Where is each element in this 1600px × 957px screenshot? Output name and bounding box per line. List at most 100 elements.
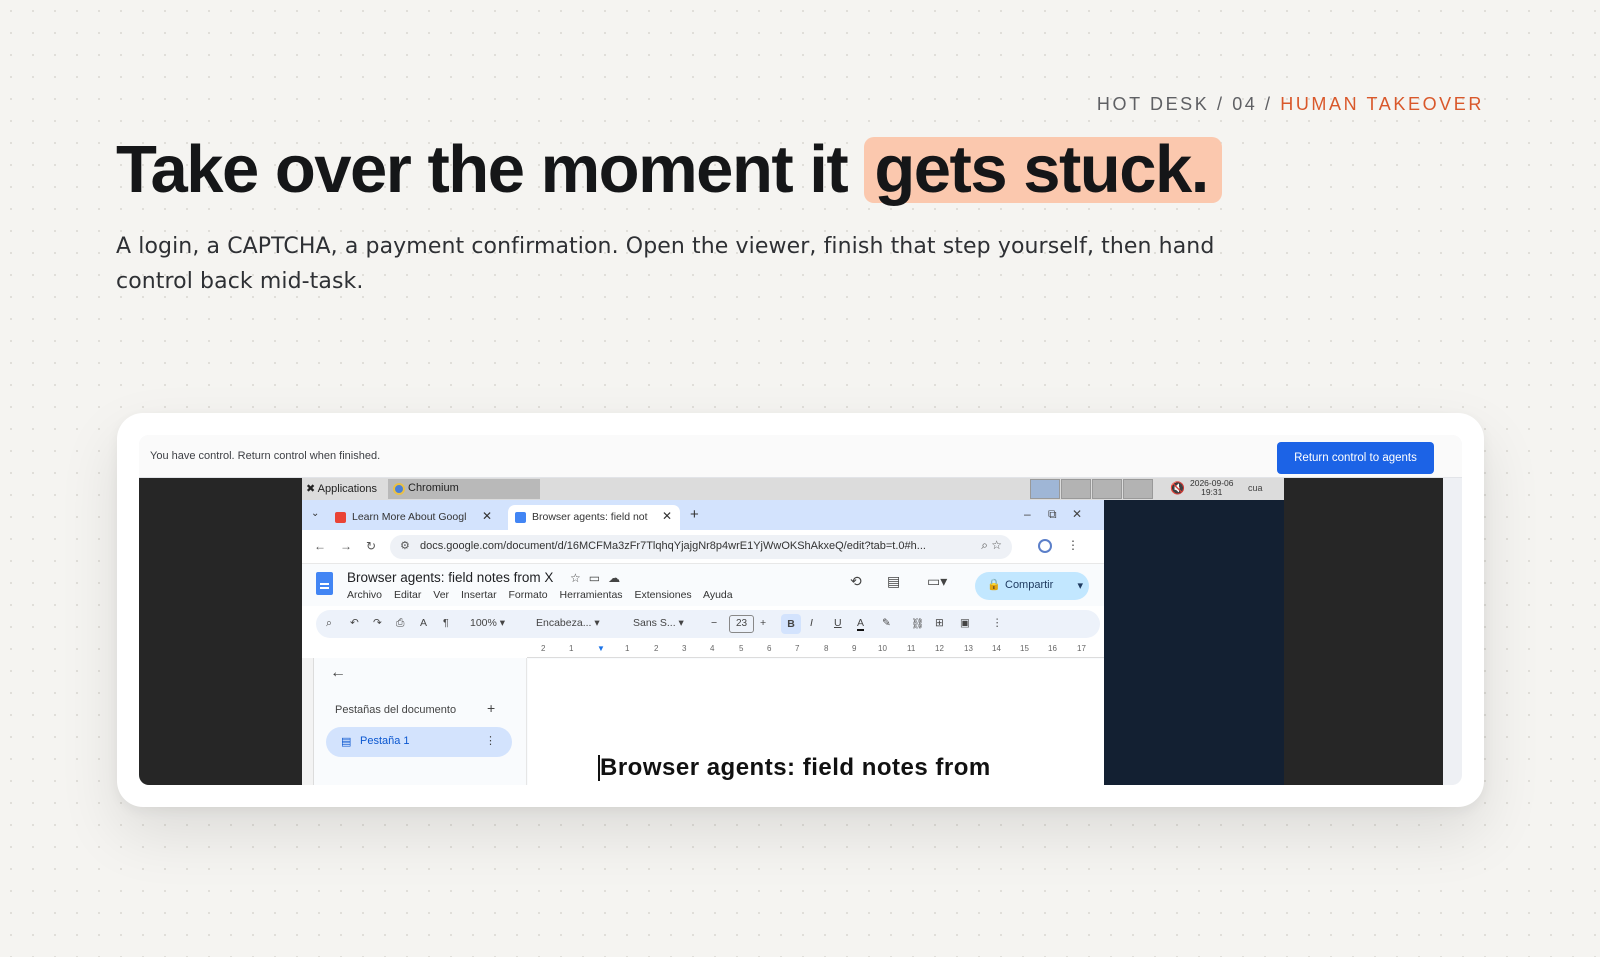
workspace-1[interactable]	[1030, 479, 1060, 499]
tab-doc-icon: ▤	[341, 736, 352, 748]
taskbar-clock: 2026-09-06 19:31	[1190, 478, 1234, 497]
tab-label: Browser agents: field not	[532, 511, 648, 523]
tab-label: Learn More About Googl	[352, 511, 467, 523]
search-menus-icon[interactable]: ⌕	[326, 617, 332, 630]
star-folder-cloud-icons[interactable]: ☆▭☁	[570, 571, 628, 585]
menu-insertar[interactable]: Insertar	[461, 589, 497, 601]
forward-icon[interactable]: →	[340, 539, 352, 553]
browser-tab-docs[interactable]: Browser agents: field not ✕	[508, 505, 680, 530]
spellcheck-icon[interactable]: A	[420, 617, 427, 629]
docs-menu-bar: Archivo Editar Ver Insertar Formato Herr…	[347, 589, 742, 601]
reload-icon[interactable]: ↻	[366, 539, 376, 553]
site-info-icon[interactable]: ⚙	[400, 539, 410, 552]
document-page[interactable]: Browser agents: field notes from	[528, 659, 1104, 785]
headline-main: Take over the moment it	[116, 132, 865, 207]
share-button[interactable]: 🔒 Compartir ▾	[975, 572, 1089, 600]
minimize-icon[interactable]: –	[1024, 507, 1031, 521]
paint-format-icon[interactable]: ¶	[443, 617, 449, 629]
viewer-card: You have control. Return control when fi…	[117, 413, 1484, 807]
redo-icon[interactable]: ↷	[373, 617, 382, 629]
google-favicon-icon	[335, 512, 346, 523]
url-text: docs.google.com/document/d/16MCFMa3zFr7T…	[420, 540, 926, 552]
horizontal-ruler[interactable]: 2 1 ▼ 1 2 3 4 5 6 7 8 9 10 11 12 13 14 1…	[527, 642, 1104, 658]
indent-marker-icon[interactable]: ▼	[597, 644, 605, 653]
zoom-select[interactable]: 100% ▾	[470, 617, 505, 629]
vertical-ruler[interactable]	[302, 658, 314, 785]
tab-options-icon[interactable]: ⋮	[485, 734, 496, 747]
chromium-icon	[393, 483, 405, 495]
browser-menu-icon[interactable]: ⋮	[1067, 538, 1079, 552]
back-icon[interactable]: ←	[314, 539, 326, 553]
panel-title: Pestañas del documento	[335, 704, 457, 716]
page-subtitle: A login, a CAPTCHA, a payment confirmati…	[116, 234, 1215, 294]
close-window-icon[interactable]: ✕	[1072, 507, 1082, 521]
style-select[interactable]: Encabeza... ▾	[536, 617, 600, 629]
back-arrow-icon[interactable]: ←	[330, 664, 346, 682]
document-tabs-panel: ← Pestañas del documento + ▤ Pestaña 1 ⋮	[302, 658, 527, 785]
tab-search-icon[interactable]: ⌄	[311, 508, 319, 519]
font-size-input[interactable]: 23	[729, 615, 754, 633]
remote-viewer[interactable]: You have control. Return control when fi…	[139, 435, 1462, 785]
add-tab-icon[interactable]: +	[487, 700, 495, 716]
kicker-accent: HUMAN TAKEOVER	[1280, 94, 1484, 114]
link-icon[interactable]: ⛓	[911, 617, 924, 630]
comments-icon[interactable]: ▤	[887, 573, 900, 590]
undo-icon[interactable]: ↶	[350, 617, 359, 629]
taskbar-user: cua	[1248, 483, 1263, 493]
menu-extensiones[interactable]: Extensiones	[634, 589, 691, 601]
docs-favicon-icon	[515, 512, 526, 523]
menu-formato[interactable]: Formato	[509, 589, 548, 601]
kicker-prefix: HOT DESK / 04 /	[1096, 94, 1273, 114]
text-color-icon[interactable]: A	[857, 617, 865, 631]
control-message: You have control. Return control when fi…	[150, 450, 381, 462]
remote-desktop[interactable]: ✖ Applications Chromium 🔇 2026-09-06 19:…	[139, 478, 1443, 785]
highlight-icon[interactable]: ✎	[882, 617, 891, 629]
underline-icon[interactable]: U	[834, 617, 842, 629]
workspace-4[interactable]	[1123, 479, 1153, 499]
document-tab-label: Pestaña 1	[360, 735, 410, 747]
new-tab-icon[interactable]: +	[690, 506, 699, 523]
chromium-window: ⌄ Learn More About Googl ✕ Browser agent…	[302, 500, 1104, 785]
meet-icon[interactable]: ▭▾	[927, 573, 947, 590]
workspace-3[interactable]	[1092, 479, 1122, 499]
close-tab-icon[interactable]: ✕	[482, 509, 492, 523]
docs-toolbar: ⌕ ↶ ↷ ⎙ A ¶ 100% ▾ Encabeza... ▾ Sans S.…	[316, 610, 1100, 638]
return-control-button[interactable]: Return control to agents	[1277, 442, 1434, 474]
history-icon[interactable]: ⟲	[850, 573, 862, 590]
restore-icon[interactable]: ⧉	[1048, 507, 1057, 522]
volume-mute-icon[interactable]: 🔇	[1170, 481, 1185, 495]
increase-font-icon[interactable]: +	[760, 617, 766, 629]
decrease-font-icon[interactable]: −	[711, 617, 717, 629]
comment-icon[interactable]: ⊞	[935, 617, 944, 629]
document-title[interactable]: Browser agents: field notes from X	[347, 570, 553, 585]
profile-icon[interactable]	[1038, 539, 1052, 553]
url-actions-icons[interactable]: ⌕ ☆	[981, 538, 1002, 553]
browser-tab-google[interactable]: Learn More About Googl ✕	[328, 505, 500, 530]
image-icon[interactable]: ▣	[960, 617, 970, 629]
docs-logo-icon[interactable]	[316, 572, 333, 595]
menu-ver[interactable]: Ver	[433, 589, 449, 601]
applications-menu[interactable]: ✖ Applications	[306, 482, 377, 495]
share-dropdown-icon[interactable]: ▾	[1077, 579, 1083, 592]
italic-icon[interactable]: I	[810, 617, 813, 629]
document-heading[interactable]: Browser agents: field notes from	[600, 754, 991, 782]
address-bar-row: ← → ↻ ⚙ docs.google.com/document/d/16MCF…	[302, 530, 1104, 564]
print-icon[interactable]: ⎙	[396, 617, 404, 630]
taskbar-chromium[interactable]: Chromium	[388, 479, 540, 499]
url-input[interactable]: ⚙ docs.google.com/document/d/16MCFMa3zFr…	[390, 535, 1012, 559]
tab-strip: ⌄ Learn More About Googl ✕ Browser agent…	[302, 500, 1104, 530]
share-label: Compartir	[1005, 579, 1054, 591]
menu-ayuda[interactable]: Ayuda	[703, 589, 733, 601]
bold-icon[interactable]: B	[781, 614, 801, 634]
close-tab-icon[interactable]: ✕	[662, 509, 672, 523]
more-tools-icon[interactable]: ⋮	[992, 617, 1003, 629]
headline-highlight: gets stuck.	[864, 136, 1222, 203]
menu-archivo[interactable]: Archivo	[347, 589, 382, 601]
menu-editar[interactable]: Editar	[394, 589, 421, 601]
font-select[interactable]: Sans S... ▾	[633, 617, 684, 629]
document-tab-1[interactable]: ▤ Pestaña 1 ⋮	[326, 727, 512, 757]
page-title: Take over the moment it gets stuck.	[116, 128, 1222, 212]
taskbar-chromium-label: Chromium	[408, 482, 459, 494]
workspace-2[interactable]	[1061, 479, 1091, 499]
menu-herramientas[interactable]: Herramientas	[560, 589, 623, 601]
